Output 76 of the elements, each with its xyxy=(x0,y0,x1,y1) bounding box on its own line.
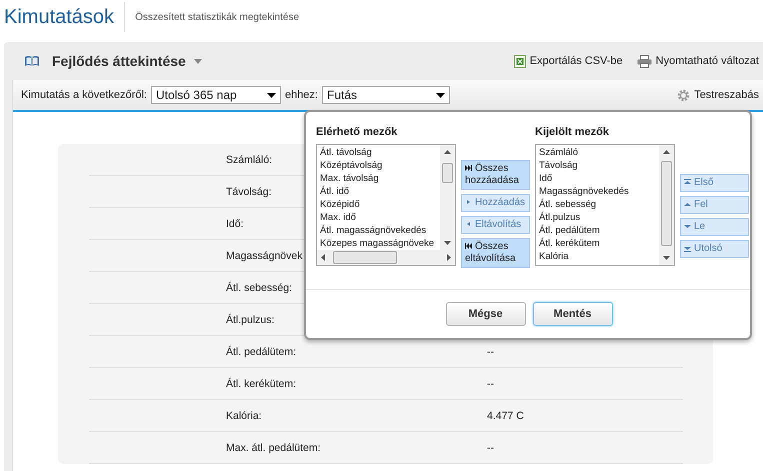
list-item[interactable]: Átl. sebesség xyxy=(539,198,659,211)
stat-value: -- xyxy=(487,378,494,390)
available-fields-title: Elérhető mezők xyxy=(316,126,398,140)
selected-fields-list[interactable]: Számláló Távolság Idő Magasságnövekedés Átl. sebesség Átl.pulzus Átl. pedálütem Átl. kerékütem Kalória xyxy=(535,144,675,266)
book-icon xyxy=(24,55,40,67)
list-item[interactable]: Max. idő xyxy=(320,211,440,224)
range-label: Kimutatás a következőről: xyxy=(21,89,147,101)
list-item[interactable]: Magasságnövekedés xyxy=(539,185,659,198)
panel-title: Fejlődés áttekintése xyxy=(52,53,186,69)
scroll-thumb[interactable] xyxy=(333,251,397,264)
scroll-up-icon[interactable] xyxy=(444,150,451,154)
stat-label: Számláló: xyxy=(226,154,272,166)
stat-label: Átl. pedálütem: xyxy=(226,346,296,358)
caret-icon xyxy=(436,92,445,98)
scroll-up-icon[interactable] xyxy=(663,150,670,154)
list-item[interactable]: Átl. idő xyxy=(320,185,440,198)
list-item[interactable]: Számláló xyxy=(539,146,659,159)
stat-label: Távolság: xyxy=(226,186,272,198)
arrow-left-icon xyxy=(465,221,472,228)
list-item[interactable]: Átl.pulzus xyxy=(539,211,659,224)
activity-label: ehhez: xyxy=(284,89,318,101)
stat-label: Max. átl. pedálütem: xyxy=(226,442,321,454)
list-item[interactable]: Max. távolság xyxy=(320,172,440,185)
stat-label: Átl. sebesség: xyxy=(226,282,292,294)
selected-fields-title: Kijelölt mezők xyxy=(535,126,610,140)
list-item[interactable]: Kalória xyxy=(539,250,659,263)
dropdown-caret-icon[interactable] xyxy=(194,58,202,64)
stat-label: Átl.pulzus: xyxy=(226,314,274,326)
double-arrow-left-icon xyxy=(465,243,472,250)
arrow-up-icon xyxy=(684,200,691,208)
arrow-to-top-icon xyxy=(684,178,691,186)
caret-icon xyxy=(266,92,276,98)
double-arrow-right-icon xyxy=(465,165,472,172)
print-link[interactable]: Nyomtatható változat xyxy=(636,54,759,68)
list-item[interactable]: Középidő xyxy=(320,198,440,211)
export-csv-link[interactable]: Exportálás CSV-be xyxy=(514,54,623,68)
remove-all-button[interactable]: Összes eltávolítása xyxy=(461,238,530,268)
stat-label: Kalória: xyxy=(226,410,262,422)
scroll-left-icon[interactable] xyxy=(321,254,325,261)
activity-dropdown[interactable]: Futás xyxy=(322,86,450,104)
horizontal-scrollbar[interactable] xyxy=(317,250,455,265)
page-title: Kimutatások xyxy=(4,2,126,32)
settings-icon xyxy=(677,88,690,102)
customize-link[interactable]: Testreszabás xyxy=(677,88,759,102)
page-subtitle: Összesített statisztikák megtekintése xyxy=(135,12,300,22)
vertical-scrollbar[interactable] xyxy=(659,145,674,265)
range-dropdown[interactable]: Utolsó 365 nap xyxy=(150,86,281,104)
arrow-right-icon xyxy=(465,199,472,206)
stat-value: 4.477 C xyxy=(487,410,524,422)
stat-value: -- xyxy=(487,346,494,358)
list-item[interactable]: Közepes magasságnöveke xyxy=(320,237,440,250)
list-item[interactable]: Idő xyxy=(539,172,659,185)
list-item[interactable]: Átl. magasságnövekedés xyxy=(320,224,440,237)
list-item[interactable]: Távolság xyxy=(539,159,659,172)
scroll-thumb[interactable] xyxy=(661,161,672,246)
arrow-to-bottom-icon xyxy=(684,244,691,252)
arrow-down-icon xyxy=(684,222,691,230)
scroll-down-icon[interactable] xyxy=(663,256,670,260)
add-all-button[interactable]: Összes hozzáadása xyxy=(461,160,530,190)
scroll-right-icon[interactable] xyxy=(447,254,451,261)
list-item[interactable]: Átl. pedálütem xyxy=(539,224,659,237)
spreadsheet-icon xyxy=(514,54,526,68)
save-button[interactable]: Mentés xyxy=(532,302,612,326)
cancel-button[interactable]: Mégse xyxy=(446,302,526,326)
list-item[interactable]: Átl. kerékütem xyxy=(539,237,659,250)
list-item[interactable]: Középtávolság xyxy=(320,159,440,172)
stat-value: -- xyxy=(487,442,494,454)
stat-label: Magasságnövek xyxy=(226,250,302,262)
stat-label: Idő: xyxy=(226,218,244,230)
list-item[interactable]: Átl. távolság xyxy=(320,146,440,159)
scroll-down-icon[interactable] xyxy=(444,241,451,245)
stat-label: Átl. kerékütem: xyxy=(226,378,296,390)
scroll-thumb[interactable] xyxy=(442,163,453,183)
printer-icon xyxy=(636,54,652,68)
available-fields-list[interactable]: Átl. távolság Középtávolság Max. távolság Átl. idő Középidő Max. idő Átl. magasságnövekedés Közepes magasságnöveke xyxy=(316,144,456,266)
vertical-scrollbar[interactable] xyxy=(440,145,455,250)
